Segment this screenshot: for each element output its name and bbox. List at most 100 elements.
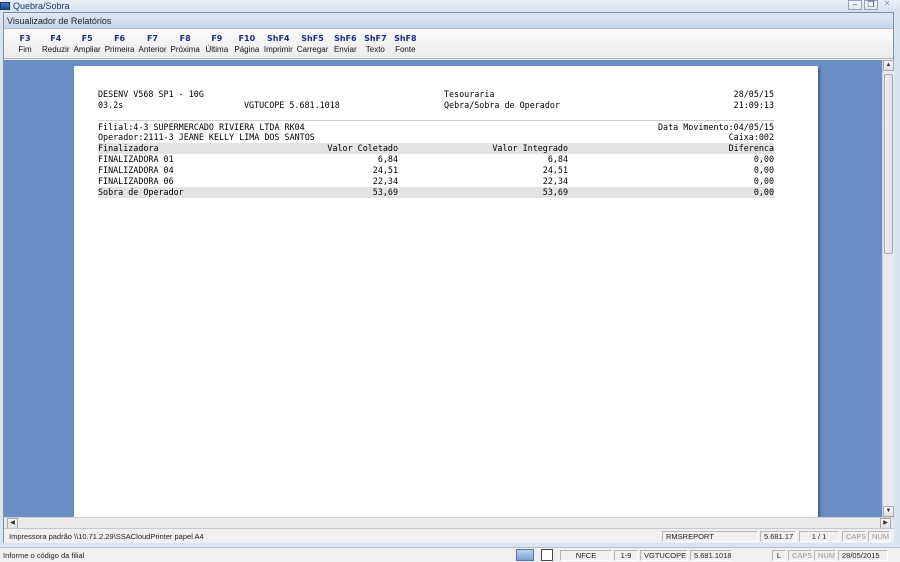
shortcut-key: F4 (50, 33, 62, 43)
table-cell: 22,34 (372, 176, 398, 186)
filial-info: Filial:4-3 SUPERMERCADO RIVIERA LTDA RK0… (98, 122, 305, 132)
table-cell: 0,00 (753, 176, 774, 186)
report-viewer-window: Visualizador de Relatórios F3 Fim F4 Reduz… (3, 12, 894, 543)
os-window-title-text: Quebra/Sobra (13, 1, 70, 11)
program-indicator: VGTUCOPE (640, 550, 688, 561)
table-row: FINALIZADORA 01 6,84 6,84 0,00 (98, 154, 774, 165)
status-hint: Informe o código da filial (3, 551, 85, 560)
toolbar-button-fonte[interactable]: ShF8 Fonte (390, 29, 420, 58)
total-cell: 53,69 (542, 187, 568, 197)
toolbar-button-fim[interactable]: F3 Fim (10, 29, 40, 58)
department: Tesouraria (444, 89, 495, 99)
os-window-title: Quebra/Sobra (0, 0, 70, 12)
filial-row: Filial:4-3 SUPERMERCADO RIVIERA LTDA RK0… (98, 120, 774, 132)
shortcut-key: ShF7 (364, 33, 387, 43)
table-cell: 6,84 (377, 154, 398, 164)
table-cell: 22,34 (542, 176, 568, 186)
page-indicator: 1 / 1 (799, 531, 839, 542)
scroll-thumb[interactable] (884, 74, 893, 254)
toolbar-button-enviar[interactable]: ShF6 Enviar (330, 29, 360, 58)
operador-info: Operador:2111-3 JEANE KELLY LIMA DOS SAN… (98, 132, 315, 142)
toolbar-button-pagina[interactable]: F10 Página (232, 29, 262, 58)
table-row: FINALIZADORA 04 24,51 24,51 0,00 (98, 165, 774, 176)
table-cell: 6,84 (547, 154, 568, 164)
version-indicator: 5.681.1018 (690, 550, 732, 561)
total-label: Sobra de Operador (98, 187, 184, 197)
horizontal-scrollbar[interactable]: ◀ ▶ (4, 517, 894, 529)
os-title-bar: Quebra/Sobra – ❐ ✕ (0, 0, 900, 12)
num-indicator: NUM (868, 531, 890, 542)
button-label: Texto (365, 44, 385, 54)
vertical-scrollbar[interactable]: ▲ ▼ (882, 60, 894, 517)
table-cell: 24,51 (542, 165, 568, 175)
button-label: Reduzir (42, 44, 70, 54)
button-label: Fonte (395, 44, 416, 54)
report-name: RMSREPORT (662, 531, 758, 542)
button-label: Carregar (296, 44, 329, 54)
shortcut-key: F10 (238, 33, 256, 43)
toolbar-button-primeira[interactable]: F6 Primeira (103, 29, 137, 58)
shortcut-key: ShF6 (334, 33, 357, 43)
shortcut-key: F8 (179, 33, 191, 43)
toolbar-button-ampliar[interactable]: F5 Ampliar (72, 29, 103, 58)
num-indicator: NUM (814, 550, 836, 561)
column-header: Finalizadora (98, 143, 159, 153)
system-status-bar: Informe o código da filial NFCE 1-9 VGTU… (0, 547, 900, 562)
caixa-info: Caixa:002 (728, 132, 774, 142)
shortcut-key: F3 (19, 33, 31, 43)
table-cell: 24,51 (372, 165, 398, 175)
shortcut-key: ShF8 (394, 33, 417, 43)
scroll-down-icon[interactable]: ▼ (883, 506, 894, 517)
mode-indicator: NFCE (560, 550, 612, 561)
total-cell: 53,69 (372, 187, 398, 197)
caps-indicator: CAPS (788, 550, 812, 561)
total-cell: 0,00 (753, 187, 774, 197)
table-row: FINALIZADORA 06 22,34 22,34 0,00 (98, 176, 774, 187)
scroll-up-icon[interactable]: ▲ (883, 60, 894, 71)
shortcut-key: F9 (211, 33, 223, 43)
table-cell: FINALIZADORA 01 (98, 154, 174, 164)
table-cell: 0,00 (753, 165, 774, 175)
button-label: Ampliar (73, 44, 101, 54)
toolbar: F3 Fim F4 Reduzir F5 Ampliar F6 Primeira F7 A… (4, 29, 893, 59)
shortcut-key: F6 (114, 33, 126, 43)
report-viewport[interactable]: DESENV V568 SP1 - 10G Tesouraria 28/05/1… (4, 60, 882, 517)
shortcut-key: ShF5 (301, 33, 324, 43)
toolbar-button-anterior[interactable]: F7 Anterior (136, 29, 168, 58)
toolbar-button-ultima[interactable]: F9 Última (202, 29, 232, 58)
button-label: Fim (18, 44, 32, 54)
viewer-version: 5.681.17 (760, 531, 796, 542)
button-label: Imprimir (263, 44, 293, 54)
keyboard-icon[interactable] (516, 549, 534, 561)
button-label: Enviar (333, 44, 357, 54)
button-label: Página (234, 44, 260, 54)
report-title: Qebra/Sobra de Operador (444, 100, 560, 110)
system-name: DESENV V568 SP1 - 10G (98, 89, 204, 99)
shortcut-key: ShF4 (267, 33, 290, 43)
column-header: Diferenca (728, 143, 774, 153)
document-icon[interactable] (541, 549, 553, 561)
table-header: Finalizadora Valor Coletado Valor Integr… (98, 143, 774, 154)
range-indicator: 1-9 (614, 550, 638, 561)
restore-icon[interactable]: ❐ (864, 0, 878, 10)
close-icon[interactable]: ✕ (880, 0, 894, 10)
app-window-title: Visualizador de Relatórios (7, 15, 112, 26)
toolbar-button-carregar[interactable]: ShF5 Carregar (295, 29, 331, 58)
report-version: 03.2s (98, 100, 124, 110)
minimize-icon[interactable]: – (848, 0, 862, 10)
toolbar-button-reduzir[interactable]: F4 Reduzir (40, 29, 72, 58)
report-header-row-1: DESENV V568 SP1 - 10G Tesouraria 28/05/1… (98, 89, 774, 100)
report-page: DESENV V568 SP1 - 10G Tesouraria 28/05/1… (74, 66, 818, 517)
system-date: 28/05/2015 (838, 550, 888, 561)
report-time: 21:09:13 (733, 100, 774, 110)
app-icon (0, 2, 10, 10)
l-indicator: L (772, 550, 786, 561)
column-header: Valor Coletado (327, 143, 398, 153)
shortcut-key: F5 (81, 33, 93, 43)
caps-indicator: CAPS (842, 531, 866, 542)
report-header-row-2: 03.2s VGTUCOPE 5.681.1018 Qebra/Sobra de… (98, 100, 774, 111)
toolbar-button-imprimir[interactable]: ShF4 Imprimir (262, 29, 295, 58)
button-label: Anterior (138, 44, 167, 54)
toolbar-button-proxima[interactable]: F8 Próxima (169, 29, 202, 58)
toolbar-button-texto[interactable]: ShF7 Texto (360, 29, 390, 58)
